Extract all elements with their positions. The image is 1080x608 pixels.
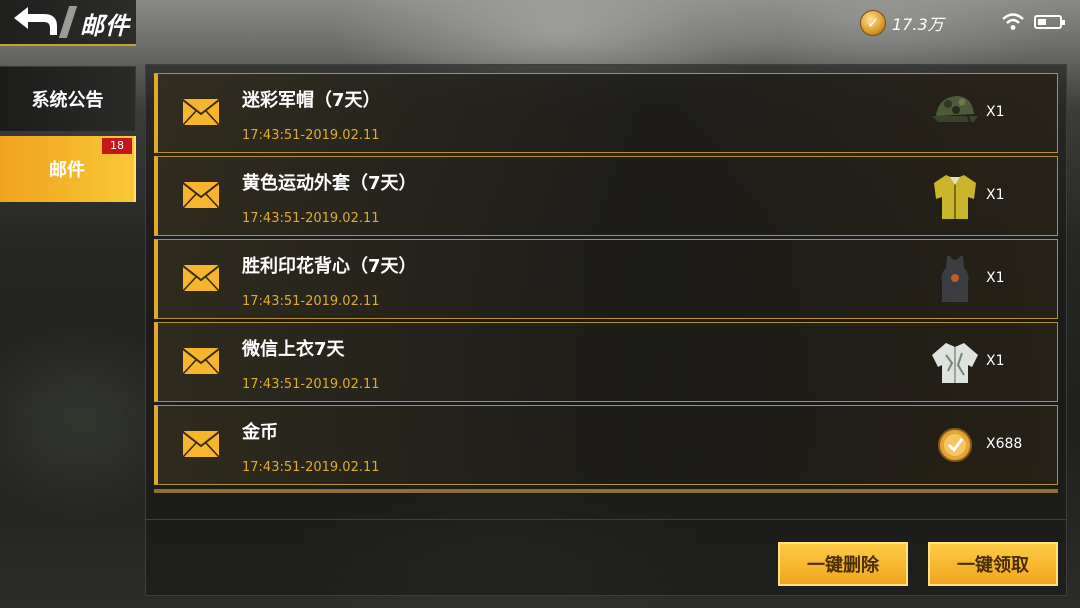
mail-item[interactable]: 胜利印花背心（7天） 17:43:51-2019.02.11 X1	[154, 239, 1058, 319]
camo-cap-icon	[928, 86, 982, 140]
mail-title: 金币	[242, 422, 278, 443]
gold-coin-icon	[928, 418, 982, 472]
item-quantity: X1	[986, 104, 1005, 120]
next-mail-peek	[154, 489, 1058, 493]
tank-top-icon	[928, 252, 982, 306]
item-quantity: X1	[986, 187, 1005, 203]
unread-badge: 18	[102, 138, 132, 154]
mail-time: 17:43:51-2019.02.11	[242, 294, 380, 309]
mail-panel: 迷彩军帽（7天） 17:43:51-2019.02.11 X1 黄色运动外套（7…	[145, 64, 1067, 596]
gold-coin-icon: ✓	[860, 10, 886, 36]
currency-value: 17.3万	[892, 15, 944, 34]
wifi-icon	[1002, 13, 1024, 30]
mail-title: 黄色运动外套（7天）	[242, 173, 417, 194]
battery-icon	[1034, 15, 1065, 29]
mail-time: 17:43:51-2019.02.11	[242, 377, 380, 392]
top-bar: 邮件 ✓ 17.3万	[0, 0, 1080, 46]
mail-item[interactable]: 黄色运动外套（7天） 17:43:51-2019.02.11 X1	[154, 156, 1058, 236]
envelope-icon	[182, 98, 220, 126]
envelope-icon	[182, 264, 220, 292]
tab-mail[interactable]: 邮件 18	[0, 136, 136, 202]
back-button[interactable]	[10, 4, 66, 40]
mail-actions: 一键删除 一键领取	[146, 519, 1066, 596]
mail-time: 17:43:51-2019.02.11	[242, 211, 380, 226]
mail-item[interactable]: 迷彩军帽（7天） 17:43:51-2019.02.11 X1	[154, 73, 1058, 153]
mail-title: 微信上衣7天	[242, 339, 345, 360]
item-quantity: X1	[986, 270, 1005, 286]
item-quantity: X1	[986, 353, 1005, 369]
tab-label: 系统公告	[31, 90, 104, 111]
mail-item[interactable]: 金币 17:43:51-2019.02.11 X688	[154, 405, 1058, 485]
yellow-jacket-icon	[928, 169, 982, 223]
category-tabs: 系统公告 邮件 18	[0, 66, 136, 206]
delete-all-button[interactable]: 一键删除	[778, 542, 908, 586]
currency-display: ✓ 17.3万	[860, 10, 944, 36]
envelope-icon	[182, 430, 220, 458]
envelope-icon	[182, 181, 220, 209]
mail-title: 胜利印花背心（7天）	[242, 256, 417, 277]
white-jacket-icon	[928, 335, 982, 389]
tab-label: 邮件	[49, 160, 85, 181]
mail-time: 17:43:51-2019.02.11	[242, 460, 380, 475]
mail-item[interactable]: 微信上衣7天 17:43:51-2019.02.11 X1	[154, 322, 1058, 402]
header-box: 邮件	[0, 0, 136, 46]
mail-title: 迷彩军帽（7天）	[242, 90, 381, 111]
back-arrow-icon	[14, 7, 57, 35]
item-quantity: X688	[986, 436, 1023, 452]
page-title: 邮件	[80, 12, 130, 40]
collect-all-button[interactable]: 一键领取	[928, 542, 1058, 586]
tab-system-notice[interactable]: 系统公告	[0, 66, 136, 132]
mail-time: 17:43:51-2019.02.11	[242, 128, 380, 143]
envelope-icon	[182, 347, 220, 375]
mail-list[interactable]: 迷彩军帽（7天） 17:43:51-2019.02.11 X1 黄色运动外套（7…	[154, 73, 1058, 489]
